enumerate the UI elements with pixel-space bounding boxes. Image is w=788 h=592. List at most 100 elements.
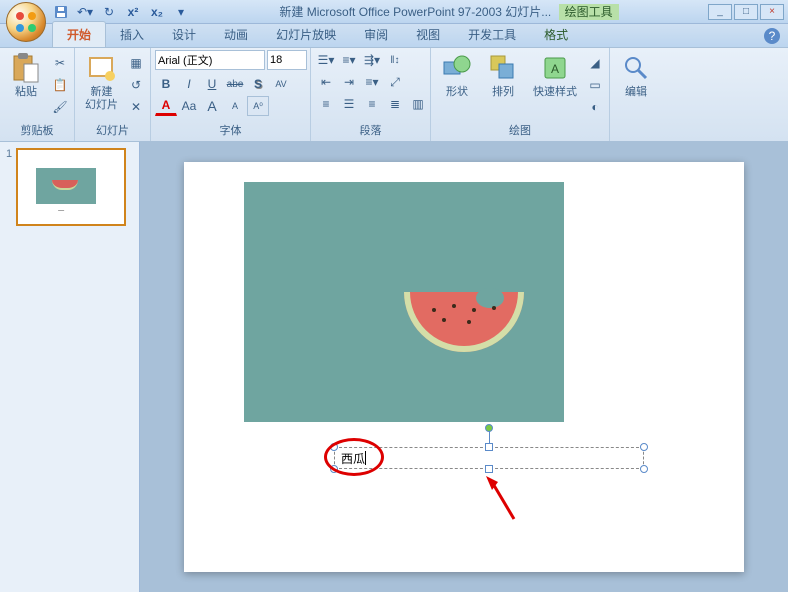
group-paragraph: ☰▾ ≡▾ ⇶▾ ‖↕ ⇤ ⇥ ≡▾ ⤢ ≡ ☰ ≡ ≣ ▥ 段落 bbox=[311, 48, 431, 141]
shape-effects-icon[interactable]: ◐ bbox=[585, 98, 605, 116]
tab-developer[interactable]: 开发工具 bbox=[454, 22, 530, 47]
font-name-select[interactable] bbox=[155, 50, 265, 70]
cut-icon[interactable]: ✂ bbox=[50, 54, 70, 72]
strike-button[interactable]: abe bbox=[224, 74, 246, 94]
quick-access-toolbar: ↶▾ ↻ x² x₂ ▾ bbox=[52, 3, 190, 21]
shapes-icon bbox=[441, 52, 473, 84]
align-center-button[interactable]: ☰ bbox=[338, 94, 360, 114]
group-drawing: 形状 排列 A 快速样式 ◢ ▭ ◐ 绘图 bbox=[431, 48, 610, 141]
help-icon[interactable]: ? bbox=[764, 28, 780, 44]
window-controls: _ □ × bbox=[708, 4, 784, 20]
slide[interactable]: 西瓜 bbox=[184, 162, 744, 572]
group-editing: 编辑 bbox=[610, 48, 662, 141]
resize-handle-tm[interactable] bbox=[485, 443, 493, 451]
reset-icon[interactable]: ↺ bbox=[126, 76, 146, 94]
save-icon[interactable] bbox=[52, 3, 70, 21]
tab-review[interactable]: 审阅 bbox=[350, 22, 402, 47]
quick-styles-icon: A bbox=[539, 52, 571, 84]
textbox-text: 西瓜 bbox=[341, 450, 365, 467]
bullets-button[interactable]: ☰▾ bbox=[315, 50, 337, 70]
align-left-button[interactable]: ≡ bbox=[315, 94, 337, 114]
spacing-button[interactable]: AV bbox=[270, 74, 292, 94]
rotate-handle[interactable] bbox=[485, 424, 493, 432]
new-slide-button[interactable]: 新建 幻灯片 bbox=[79, 50, 124, 114]
window-title: 新建 Microsoft Office PowerPoint 97-2003 幻… bbox=[190, 3, 708, 20]
line-spacing-button[interactable]: ‖↕ bbox=[384, 50, 406, 70]
group-font: B I U abe S AV A Aa A A A⁰ 字体 bbox=[151, 48, 311, 141]
align-button[interactable]: ≡▾ bbox=[361, 72, 383, 92]
undo-icon[interactable]: ↶▾ bbox=[76, 3, 94, 21]
underline-button[interactable]: U bbox=[201, 74, 223, 94]
slide-thumbnails-panel[interactable]: 1 — bbox=[0, 142, 140, 592]
tab-slideshow[interactable]: 幻灯片放映 bbox=[262, 22, 350, 47]
change-case-button[interactable]: Aa bbox=[178, 96, 200, 116]
thumbnail-item[interactable]: 1 — bbox=[6, 148, 133, 226]
group-clipboard: 粘贴 ✂ 📋 🖌 剪贴板 bbox=[0, 48, 75, 141]
find-icon bbox=[620, 52, 652, 84]
paste-button[interactable]: 粘贴 bbox=[4, 50, 48, 101]
shape-fill-icon[interactable]: ◢ bbox=[585, 54, 605, 72]
decrease-indent-button[interactable]: ⇤ bbox=[315, 72, 337, 92]
copy-icon[interactable]: 📋 bbox=[50, 76, 70, 94]
workspace: 1 — 西瓜 bbox=[0, 142, 788, 592]
arrange-button[interactable]: 排列 bbox=[481, 50, 525, 101]
ribbon: 粘贴 ✂ 📋 🖌 剪贴板 新建 幻灯片 ▦ ↺ ✕ 幻灯片 bbox=[0, 48, 788, 142]
columns-button[interactable]: ▥ bbox=[407, 94, 429, 114]
shapes-button[interactable]: 形状 bbox=[435, 50, 479, 101]
text-direction-button[interactable]: ⤢ bbox=[384, 72, 406, 92]
annotation-arrow bbox=[484, 474, 524, 524]
format-painter-icon[interactable]: 🖌 bbox=[50, 98, 70, 116]
slide-canvas-area[interactable]: 西瓜 bbox=[140, 142, 788, 592]
increase-indent-button[interactable]: ⇥ bbox=[338, 72, 360, 92]
redo-icon[interactable]: ↻ bbox=[100, 3, 118, 21]
text-cursor bbox=[365, 451, 366, 465]
tab-view[interactable]: 视图 bbox=[402, 22, 454, 47]
resize-handle-bm[interactable] bbox=[485, 465, 493, 473]
font-size-select[interactable] bbox=[267, 50, 307, 70]
thumbnail-preview[interactable]: — bbox=[16, 148, 126, 226]
layout-icon[interactable]: ▦ bbox=[126, 54, 146, 72]
group-slides: 新建 幻灯片 ▦ ↺ ✕ 幻灯片 bbox=[75, 48, 151, 141]
tab-design[interactable]: 设计 bbox=[158, 22, 210, 47]
tab-home[interactable]: 开始 bbox=[52, 21, 106, 47]
justify-button[interactable]: ≣ bbox=[384, 94, 406, 114]
shape-outline-icon[interactable]: ▭ bbox=[585, 76, 605, 94]
bold-button[interactable]: B bbox=[155, 74, 177, 94]
resize-handle-tr[interactable] bbox=[640, 443, 648, 451]
italic-button[interactable]: I bbox=[178, 74, 200, 94]
textbox[interactable]: 西瓜 bbox=[334, 447, 644, 469]
thumbnail-number: 1 bbox=[6, 148, 12, 226]
close-button[interactable]: × bbox=[760, 4, 784, 20]
align-right-button[interactable]: ≡ bbox=[361, 94, 383, 114]
maximize-button[interactable]: □ bbox=[734, 4, 758, 20]
shrink-font-button[interactable]: A bbox=[224, 96, 246, 116]
qat-customize-icon[interactable]: ▾ bbox=[172, 3, 190, 21]
shadow-button[interactable]: S bbox=[247, 74, 269, 94]
clear-format-button[interactable]: A⁰ bbox=[247, 96, 269, 116]
tab-format[interactable]: 格式 bbox=[530, 22, 582, 47]
watermelon-image[interactable] bbox=[244, 182, 564, 422]
resize-handle-br[interactable] bbox=[640, 465, 648, 473]
delete-slide-icon[interactable]: ✕ bbox=[126, 98, 146, 116]
office-button[interactable] bbox=[6, 2, 46, 42]
resize-handle-bl[interactable] bbox=[330, 465, 338, 473]
quick-styles-button[interactable]: A 快速样式 bbox=[527, 50, 583, 101]
contextual-tool-label: 绘图工具 bbox=[559, 4, 619, 20]
list-level-button[interactable]: ⇶▾ bbox=[361, 50, 383, 70]
ribbon-tabs: 开始 插入 设计 动画 幻灯片放映 审阅 视图 开发工具 格式 ? bbox=[0, 24, 788, 48]
minimize-button[interactable]: _ bbox=[708, 4, 732, 20]
subscript-icon[interactable]: x₂ bbox=[148, 3, 166, 21]
editing-button[interactable]: 编辑 bbox=[614, 50, 658, 101]
paste-icon bbox=[10, 52, 42, 84]
resize-handle-tl[interactable] bbox=[330, 443, 338, 451]
superscript-icon[interactable]: x² bbox=[124, 3, 142, 21]
svg-text:A: A bbox=[551, 62, 559, 76]
numbering-button[interactable]: ≡▾ bbox=[338, 50, 360, 70]
new-slide-icon bbox=[86, 52, 118, 84]
tab-animation[interactable]: 动画 bbox=[210, 22, 262, 47]
titlebar: ↶▾ ↻ x² x₂ ▾ 新建 Microsoft Office PowerPo… bbox=[0, 0, 788, 24]
grow-font-button[interactable]: A bbox=[201, 96, 223, 116]
arrange-icon bbox=[487, 52, 519, 84]
tab-insert[interactable]: 插入 bbox=[106, 22, 158, 47]
font-color-button[interactable]: A bbox=[155, 96, 177, 116]
